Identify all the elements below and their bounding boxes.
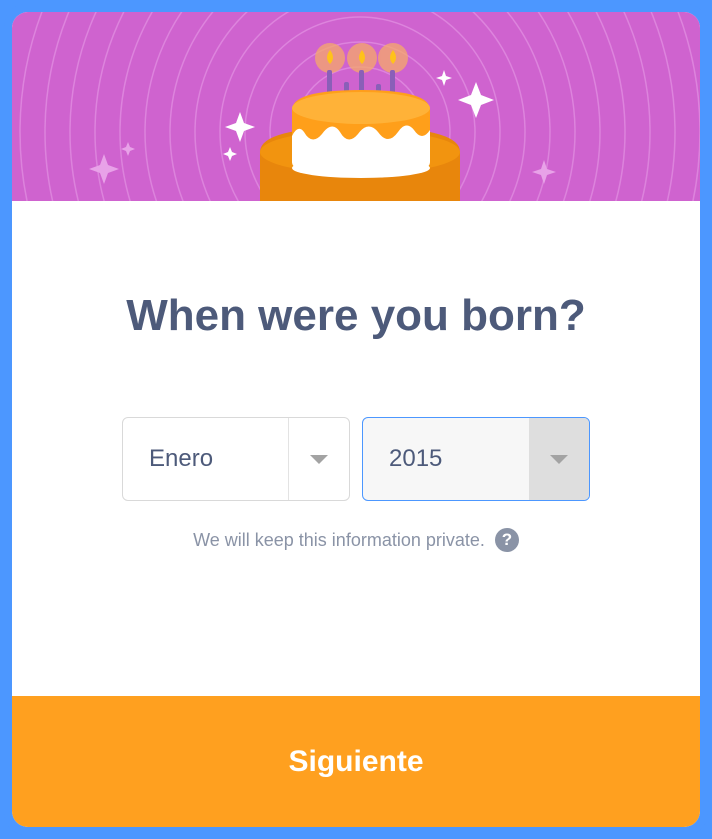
sparkle-icon xyxy=(121,142,135,156)
caret-down-icon xyxy=(550,454,568,464)
sparkle-icon xyxy=(225,112,255,142)
next-button-label: Siguiente xyxy=(288,744,424,778)
question-mark-icon: ? xyxy=(501,530,513,549)
month-select[interactable]: Enero xyxy=(122,417,350,501)
sparkle-icon xyxy=(458,82,494,118)
month-select-value: Enero xyxy=(149,445,214,472)
birthdate-modal: When were you born? Enero 2015 We will k… xyxy=(4,4,708,835)
header-illustration xyxy=(12,12,700,201)
caret-down-icon xyxy=(310,454,328,464)
form-area: When were you born? Enero 2015 We will k… xyxy=(12,201,700,696)
sparkle-icon xyxy=(532,160,556,184)
month-dropdown-button[interactable] xyxy=(288,418,349,500)
privacy-note-text: We will keep this information private. xyxy=(193,529,485,550)
cake-illustration xyxy=(12,12,700,201)
year-select-value: 2015 xyxy=(389,445,443,472)
sparkle-icon xyxy=(223,147,237,161)
year-select[interactable]: 2015 xyxy=(362,417,590,501)
help-button[interactable]: ? xyxy=(494,528,519,552)
birthday-cake-icon xyxy=(260,90,460,201)
page-title: When were you born? xyxy=(126,291,586,340)
year-dropdown-button[interactable] xyxy=(529,418,589,500)
next-button[interactable]: Siguiente xyxy=(12,696,700,827)
sparkle-icon xyxy=(89,154,119,184)
privacy-note: We will keep this information private. ? xyxy=(12,528,700,552)
sparkle-icon xyxy=(436,70,452,86)
modal-content: When were you born? Enero 2015 We will k… xyxy=(12,12,700,827)
